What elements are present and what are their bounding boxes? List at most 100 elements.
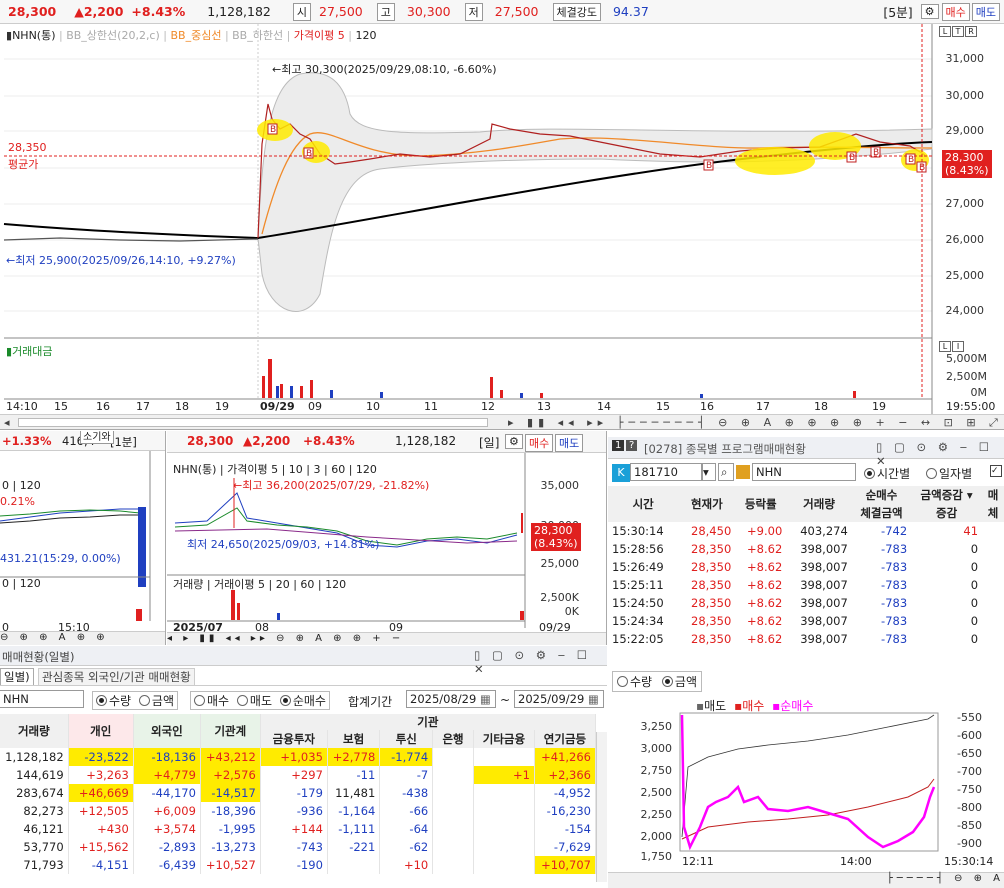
code-dropdown-icon[interactable]: ▾: [702, 463, 716, 481]
y-tick: 26,000: [945, 233, 985, 246]
table-cell: 398,007: [800, 578, 848, 592]
table-cell: 28,350: [691, 596, 732, 610]
avg-price-label: 평균가: [8, 158, 39, 171]
table-cell: -23,522: [68, 748, 134, 766]
radio-amount[interactable]: 금액: [138, 694, 174, 708]
scroll-left-icon[interactable]: ◂: [4, 416, 10, 429]
table-row[interactable]: 53,770 +15,562 -2,893 -13,273 -743 -221 -62 -7,…: [0, 838, 597, 856]
horizontal-scrollbar[interactable]: [18, 418, 488, 427]
radio-quantity[interactable]: 수량: [96, 694, 131, 708]
y-right-tick: -600: [957, 729, 982, 742]
table-row[interactable]: 15:24:50 28,350 +8.62 398,007 -783 0: [608, 594, 1004, 612]
search-icon[interactable]: ⌕: [718, 463, 734, 481]
table-cell: [432, 784, 474, 802]
table-cell: +3,574: [133, 820, 201, 838]
y-left-tick: 2,250: [640, 808, 673, 821]
table-cell: 398,007: [800, 542, 848, 556]
amount-combo[interactable]: 금액증감 ▾: [911, 486, 982, 504]
mini-toolbar[interactable]: ⊖ ⊕ ⊕ A ⊕ ⊕: [0, 631, 165, 645]
radio-time[interactable]: 시간별: [864, 465, 910, 482]
table-row[interactable]: 1,128,182 -23,522 -18,136 +43,212 +1,035 +2,7…: [0, 748, 597, 766]
table-row[interactable]: 82,273 +12,505 +6,009 -18,396 -936 -1,164 -66 -…: [0, 802, 597, 820]
chart-scroll-toolbar[interactable]: ◂ ▸ ▮▮ ◂◂ ▸▸ ├──────┤ ⊖ ⊕ A ⊕ ⊕ ⊕ ⊕ + − …: [0, 414, 1004, 429]
institution-group-header: 기관: [260, 714, 597, 730]
svg-text:B: B: [270, 125, 276, 135]
daily-toolbar[interactable]: ◂ ▸ ▮▮ ◂◂ ▸▸ ⊖ ⊕ A ⊕ ⊕ + −: [167, 632, 606, 645]
y-right-tick: -750: [957, 783, 982, 796]
help-icon[interactable]: ?: [626, 440, 638, 451]
table-cell: +9.00: [747, 524, 783, 538]
vertical-scrollbar[interactable]: [596, 732, 607, 882]
table-row[interactable]: 15:30:14 28,450 +9.00 403,274 -742 41: [608, 522, 1004, 540]
program-chart-svg[interactable]: [608, 687, 1004, 877]
table-cell: 398,007: [800, 596, 848, 610]
table-cell: 283,674: [0, 784, 69, 802]
mini-chart-svg[interactable]: [0, 451, 166, 621]
daily-sell-button[interactable]: 매도: [555, 434, 584, 452]
chart-zoom-tools[interactable]: ▸ ▮▮ ◂◂ ▸▸ ├──────┤ ⊖ ⊕ A ⊕ ⊕ ⊕ ⊕ + − ↔ …: [508, 416, 1004, 429]
table-cell: [432, 748, 474, 766]
folder-icon[interactable]: [736, 465, 750, 479]
table-row[interactable]: 46,121 +430 +3,574 -1,995 +144 -1,111 -64 -154: [0, 820, 597, 838]
buy-button[interactable]: 매수: [941, 2, 970, 21]
x-tick: 14:00: [840, 855, 872, 868]
radio-sell[interactable]: 매도: [236, 694, 272, 708]
settings-gear-icon[interactable]: ⚙: [920, 4, 939, 19]
intraday-chart-svg[interactable]: B B B B B B B: [0, 24, 1004, 430]
table-cell: -62: [379, 838, 434, 856]
table-row[interactable]: 15:28:56 28,350 +8.62 398,007 -783 0: [608, 540, 1004, 558]
radio-day[interactable]: 일자별: [926, 465, 972, 482]
daily-settings-gear-icon[interactable]: ⚙: [505, 434, 523, 449]
daily-price-tag: 28,300 (8.43%): [531, 523, 581, 551]
table-cell: 15:24:34: [612, 614, 664, 628]
stock-code-input[interactable]: 181710: [630, 463, 702, 481]
table-cell: -783: [881, 614, 908, 628]
y-tick: 31,000: [945, 52, 985, 65]
col-trust: 투신: [379, 730, 434, 748]
col-exec-amount: 체결금액: [860, 506, 903, 520]
vol-tick: 5,000M: [946, 352, 987, 365]
table-row[interactable]: 283,674 +46,669 -44,170 -14,517 -179 11,481 -4…: [0, 784, 597, 802]
radio-net-buy[interactable]: 순매수: [279, 694, 326, 708]
table-row[interactable]: 144,619 +3,263 +4,779 +2,576 +297 -11 -7 +1 +2,3…: [0, 766, 597, 784]
table-row[interactable]: 15:25:11 28,350 +8.62 398,007 -783 0: [608, 576, 1004, 594]
table-cell: [473, 856, 535, 874]
table-row[interactable]: 71,793 -4,151 -6,439 +10,527 -190 +10 +10,707: [0, 856, 597, 874]
table-cell: [432, 802, 474, 820]
radio-buy[interactable]: 매수: [194, 694, 229, 708]
y-right-tick: -900: [957, 837, 982, 850]
open-label: 시: [292, 2, 311, 21]
table-cell: +6,009: [133, 802, 201, 820]
option-checkbox[interactable]: ✓: [990, 465, 1002, 477]
daily-volume: 1,128,182: [395, 434, 457, 448]
chart-tool-icon[interactable]: T: [952, 26, 964, 37]
interval-selector[interactable]: [5분]: [883, 2, 912, 21]
mini-interval[interactable]: [1분]: [110, 434, 137, 450]
table-cell: 15:28:56: [612, 542, 664, 556]
sell-button[interactable]: 매도: [971, 2, 1000, 21]
tab-daily[interactable]: 일별): [0, 668, 34, 685]
table-cell: 0: [970, 578, 979, 592]
daily-interval[interactable]: [일]: [479, 434, 499, 451]
table-cell: +2,778: [327, 748, 381, 766]
table-row[interactable]: 15:24:34 28,350 +8.62 398,007 -783 0: [608, 612, 1004, 630]
period-from-input[interactable]: 2025/08/29 ▦: [406, 690, 496, 708]
svg-text:B: B: [706, 161, 712, 171]
period-to-input[interactable]: 2025/09/29 ▦: [514, 690, 604, 708]
chart-tool-icon[interactable]: R: [965, 26, 977, 37]
tab-watchlist[interactable]: 관심종목 외국인/기관 매매현황: [38, 668, 195, 686]
table-row[interactable]: 15:22:05 28,350 +8.62 398,007 -783 0: [608, 630, 1004, 648]
table-cell: 46,121: [0, 820, 69, 838]
chart-tool-icon[interactable]: I: [952, 341, 964, 352]
daily-change-pct: +8.43%: [303, 434, 355, 448]
table-cell: +4,779: [133, 766, 201, 784]
min-price-note: ←최저 25,900(2025/09/26,14:10, +9.27%): [6, 254, 236, 267]
table-row[interactable]: 15:26:49 28,350 +8.62 398,007 -783 0: [608, 558, 1004, 576]
daily-buy-button[interactable]: 매수: [525, 434, 554, 452]
chart-tool-icon[interactable]: L: [939, 341, 951, 352]
col-foreign: 외국인: [133, 714, 201, 748]
program-chart-toolbar[interactable]: ├────┤ ⊖ ⊕ A: [608, 872, 1004, 888]
vol-tick: 0M: [970, 386, 988, 399]
table-cell: 15:25:11: [612, 578, 664, 592]
chart-tool-icon[interactable]: L: [939, 26, 951, 37]
